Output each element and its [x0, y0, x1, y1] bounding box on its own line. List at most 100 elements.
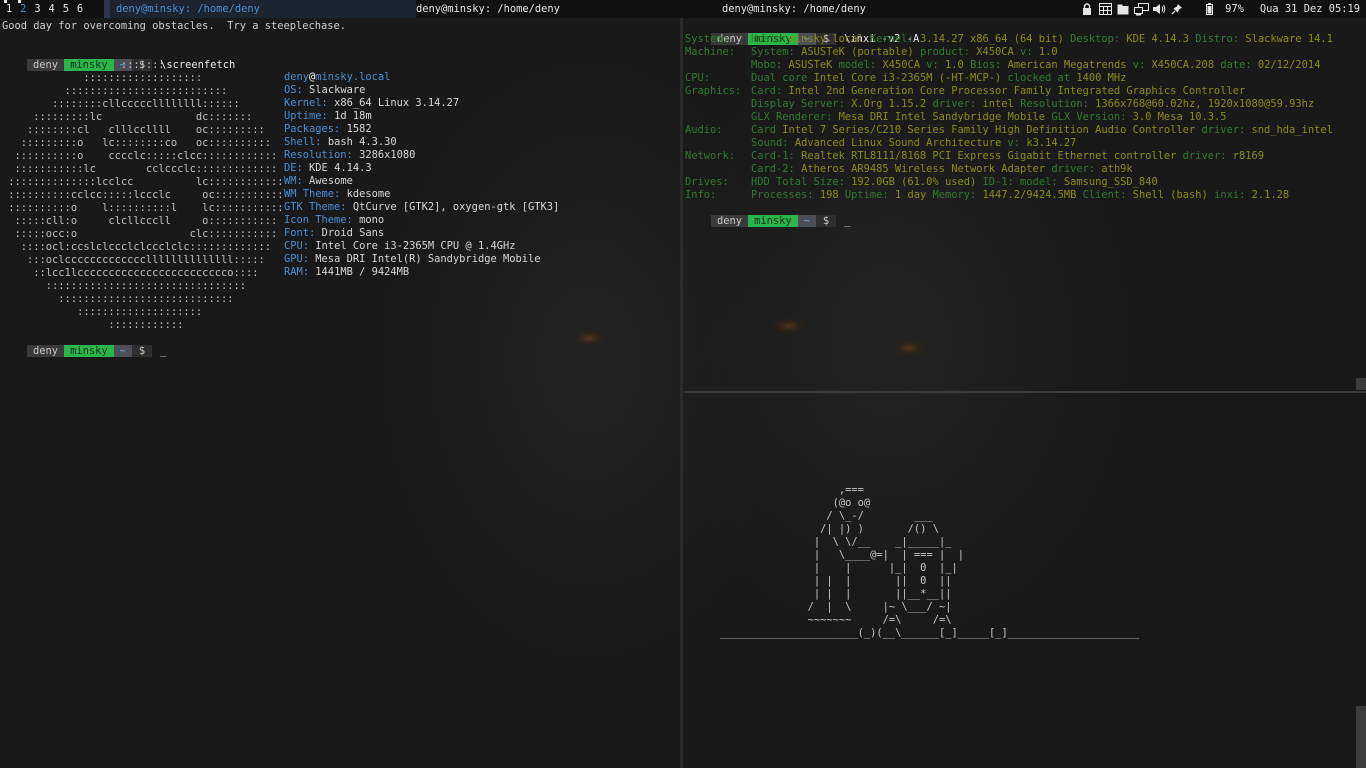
info-value: KDE 4.14.3: [309, 162, 372, 174]
terminal-right-bottom[interactable]: ,=== (@o o@ / \_-/ ___ /| |) ) /() \ | \…: [684, 394, 1366, 768]
inxi-field-key: product:: [919, 46, 970, 58]
inxi-field-key: driver:: [932, 98, 977, 110]
tag-occupied-indicator: [18, 0, 22, 3]
task-button-2[interactable]: deny@minsky: /home/deny: [410, 0, 560, 18]
prompt-symbol: $: [815, 215, 837, 227]
info-key: Shell:: [284, 136, 322, 148]
inxi-field-key: v:: [1020, 46, 1033, 58]
info-value: x86_64 Linux 3.14.27: [334, 97, 460, 109]
logo-line: ::::::::::::::::::::::::::: [2, 85, 228, 97]
inxi-field-key: driver:: [1051, 163, 1096, 175]
inxi-field-key: Processes:: [751, 189, 814, 201]
system-info: deny@minsky.local OS: Slackware Kernel: x…: [284, 71, 559, 279]
inxi-section-label: Drives:: [685, 176, 729, 188]
inxi-row: System: Host: minsky.local Kernel: 3.14.2…: [685, 33, 1333, 46]
info-value: 1d 18m: [334, 110, 372, 122]
pane-divider-horizontal[interactable]: [684, 391, 1366, 393]
inxi-field-key: Host:: [751, 33, 783, 45]
terminal-right-top[interactable]: deny minsky ~ $ \inxi -v2 -A System: Host: m…: [684, 18, 1366, 391]
inxi-field-value: KDE 4.14.3: [1126, 33, 1189, 45]
info-row: CPU: Intel Core i3-2365M CPU @ 1.4GHz: [284, 240, 559, 253]
inxi-field-value: X450CA.208: [1151, 59, 1215, 71]
logo-line: ::::::::::cclcc:::::lccclc oc:::::::::::: [2, 189, 284, 201]
tag-6[interactable]: 6: [73, 0, 87, 18]
info-row: Kernel: x86_64 Linux 3.14.27: [284, 97, 559, 110]
inxi-field-value: Advanced Linux Sound Architecture: [794, 137, 1002, 149]
prompt-dir: ~: [797, 215, 816, 227]
tag-2[interactable]: 2: [16, 0, 30, 18]
art-line: ______________________(_)(__\______[_]__…: [720, 627, 1140, 639]
inxi-field-value: 1366x768@60.02hz, 1920x1080@59.93hz: [1095, 98, 1315, 110]
logo-line: :::::::: [2, 59, 165, 71]
inxi-section-label: Network:: [685, 150, 736, 162]
inxi-field-value: 1400 MHz: [1076, 72, 1127, 84]
scrollbar[interactable]: [1356, 378, 1366, 390]
info-value: Mesa DRI Intel(R) Sandybridge Mobile: [315, 253, 541, 265]
r2d2-ascii-art: ,=== (@o o@ / \_-/ ___ /| |) ) /() \ | \…: [720, 484, 1139, 640]
inxi-field-value: ath9k: [1101, 163, 1133, 175]
inxi-field-key: Card: [751, 124, 777, 136]
inxi-field-value: X450CA: [882, 59, 920, 71]
clock[interactable]: Qua 31 Dez 05:19: [1260, 0, 1360, 18]
calendar-icon[interactable]: [1097, 2, 1113, 16]
logo-line: ::::::::::::::::::::::::::::: [2, 293, 234, 305]
info-value: bash 4.3.30: [327, 136, 397, 148]
inxi-field-key: Distro:: [1195, 33, 1240, 45]
logo-line: ::::::::::::::lcclcc lc::::::::::::: [2, 176, 284, 188]
art-line: ,===: [720, 484, 864, 496]
info-value: mono: [359, 214, 385, 226]
volume-icon[interactable]: [1151, 2, 1167, 16]
inxi-output: System: Host: minsky.local Kernel: 3.14.2…: [685, 33, 1333, 202]
inxi-field-value: snd_hda_intel: [1251, 124, 1333, 136]
info-key: OS:: [284, 84, 303, 96]
tag-5[interactable]: 5: [59, 0, 73, 18]
pane-divider-vertical[interactable]: [680, 18, 683, 768]
art-line: | | |_| 0 |_|: [720, 562, 958, 574]
art-line: | \____@=| | === | |: [720, 549, 964, 561]
inxi-field-key: v:: [1007, 137, 1021, 149]
info-row: Packages: 1582: [284, 123, 559, 136]
terminal-left[interactable]: Good day for overcoming obstacles. Try a…: [0, 18, 678, 768]
art-line: | | | ||__*__||: [720, 588, 952, 600]
info-row: DE: KDE 4.14.3: [284, 162, 559, 175]
logo-line: ::::::::::::::::::::: [2, 306, 203, 318]
task-button-1[interactable]: deny@minsky: /home/deny: [104, 0, 416, 18]
logo-line: ::lcc1lcccccccccccccccccccccccco::::: [2, 267, 259, 279]
inxi-field-key: model:: [838, 59, 877, 71]
folder-icon[interactable]: [1115, 2, 1131, 16]
inxi-section-label: System:: [685, 33, 729, 45]
prompt-host: minsky: [748, 215, 798, 227]
battery-icon[interactable]: [1201, 2, 1217, 16]
info-rows: OS: Slackware Kernel: x86_64 Linux 3.14.2…: [284, 84, 559, 279]
info-key: Kernel:: [284, 97, 328, 109]
logo-line: :::oclcccccccccccccllllllllllllll:::::: [2, 254, 265, 266]
lock-icon[interactable]: [1079, 2, 1095, 16]
inxi-field-value: Samsung_SSD_840: [1063, 176, 1158, 188]
info-row: GTK Theme: QtCurve [GTK2], oxygen-gtk [G…: [284, 201, 559, 214]
inxi-field-key: inxi:: [1214, 189, 1246, 201]
tag-4[interactable]: 4: [45, 0, 59, 18]
inxi-section-label: Machine:: [685, 46, 736, 58]
info-row: WM: Awesome: [284, 175, 559, 188]
tag-1[interactable]: 1: [2, 0, 16, 18]
tag-3[interactable]: 3: [30, 0, 44, 18]
network-icon[interactable]: [1133, 2, 1149, 16]
inxi-field-key: Uptime:: [844, 189, 889, 201]
inxi-field-value: 1 day: [894, 189, 927, 201]
task-button-3[interactable]: deny@minsky: /home/deny: [716, 0, 866, 18]
info-key: Uptime:: [284, 110, 328, 122]
art-line: / \_-/ ___: [720, 510, 933, 522]
inxi-section-label: CPU:: [685, 72, 711, 84]
inxi-field-value: Shell (bash): [1132, 189, 1208, 201]
inxi-section-label: Info:: [685, 189, 717, 201]
info-row: Shell: bash 4.3.30: [284, 136, 559, 149]
inxi-field-value: 02/12/2014: [1257, 59, 1321, 71]
inxi-row: CPU: Dual core Intel Core i3-2365M (-HT-M…: [685, 72, 1333, 85]
info-key: RAM:: [284, 266, 310, 278]
prompt-line: deny minsky ~ $ _: [686, 202, 850, 227]
tag-list: 123456: [2, 0, 87, 18]
scrollbar[interactable]: [1356, 706, 1366, 768]
logo-line: :::::::::::::::::::: [2, 72, 203, 84]
pin-icon[interactable]: [1169, 2, 1185, 16]
info-row: WM Theme: kdesome: [284, 188, 559, 201]
